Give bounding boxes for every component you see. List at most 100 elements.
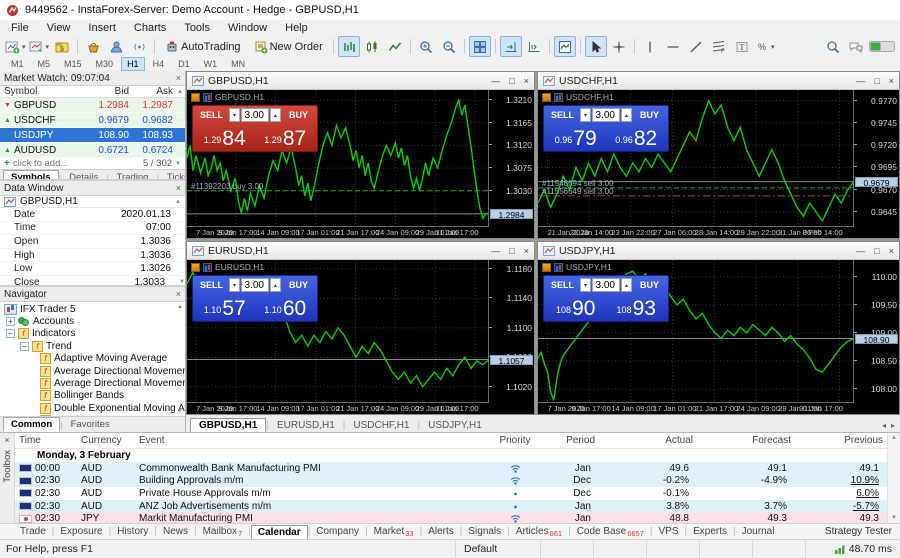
- scroll-left-icon[interactable]: ◂: [882, 421, 886, 430]
- expand-icon[interactable]: +: [6, 317, 15, 327]
- calendar-column-event[interactable]: Event: [135, 435, 489, 446]
- minimize-icon[interactable]: —: [491, 76, 500, 86]
- arrow-objects-button[interactable]: % ▾: [754, 36, 776, 57]
- chart-tab-eurusd-h1[interactable]: EURUSD,H1: [269, 419, 343, 432]
- candle-mini-icon[interactable]: [203, 92, 212, 102]
- tab-details[interactable]: Details: [61, 170, 106, 179]
- volume-down-icon[interactable]: ▾: [229, 278, 240, 292]
- fibonacci-button[interactable]: F: [708, 36, 730, 57]
- column-symbol[interactable]: Symbol: [0, 86, 81, 97]
- autotrading-button[interactable]: AutoTrading: [159, 36, 247, 57]
- tree-leaf[interactable]: f Adaptive Moving Average: [0, 353, 185, 365]
- scroll-right-icon[interactable]: ▸: [891, 421, 895, 430]
- timeframe-m5[interactable]: M5: [32, 57, 57, 71]
- tree-leaf[interactable]: f Double Exponential Moving Av: [0, 402, 185, 414]
- volume-down-icon[interactable]: ▾: [580, 108, 591, 122]
- auto-scroll-button[interactable]: [499, 36, 522, 57]
- tree-leaf[interactable]: f Average Directional Movement: [0, 377, 185, 390]
- timeframe-w1[interactable]: W1: [198, 57, 224, 71]
- signals-button[interactable]: [128, 36, 150, 57]
- volume-up-icon[interactable]: ▴: [621, 108, 632, 122]
- volume-up-icon[interactable]: ▴: [270, 278, 281, 292]
- calendar-column-priority[interactable]: Priority: [489, 435, 541, 446]
- market-watch-add-row[interactable]: + click to add... 5 / 302 ▼: [0, 158, 185, 169]
- collapse-icon[interactable]: −: [20, 341, 29, 351]
- maximize-icon[interactable]: □: [874, 76, 879, 86]
- zoom-in-button[interactable]: [415, 36, 437, 57]
- buy-button[interactable]: BUY: [633, 278, 666, 292]
- profile-selector[interactable]: Default: [455, 540, 540, 558]
- chart-window-titlebar[interactable]: USDCHF,H1 — □ ×: [538, 72, 899, 90]
- new-chart-button[interactable]: ▾: [4, 36, 27, 57]
- volume-field[interactable]: 3.00: [592, 278, 620, 292]
- volume-down-icon[interactable]: ▾: [229, 108, 240, 122]
- sell-button[interactable]: SELL: [195, 278, 228, 292]
- toolbox-tab-trade[interactable]: Trade: [14, 525, 52, 538]
- chart-body[interactable]: 110.00109.50109.00108.50108.00108.90 7 J…: [538, 260, 899, 414]
- calendar-row[interactable]: 02:30 JPY Markit Manufacturing PMI Jan 48.8 4…: [15, 512, 887, 523]
- market-watch-row[interactable]: ▲ USDCHF 0.9679 0.9682: [0, 113, 185, 128]
- toolbox-tab-journal[interactable]: Journal: [736, 525, 781, 538]
- tree-leaf[interactable]: fEnvelopes: [0, 415, 185, 416]
- tree-root[interactable]: IFX Trader 5: [0, 303, 185, 315]
- close-icon[interactable]: ×: [889, 246, 894, 256]
- toolbox-tab-market[interactable]: Market 33: [368, 525, 420, 539]
- tab-ticks[interactable]: Ticks: [159, 170, 185, 179]
- candle-mini-icon[interactable]: [554, 92, 563, 102]
- calendar-column-period[interactable]: Period: [541, 435, 599, 446]
- maximize-icon[interactable]: □: [874, 246, 879, 256]
- toolbox-tab-history[interactable]: History: [111, 525, 154, 538]
- toolbox-tab-articles[interactable]: Articles 661: [510, 525, 568, 539]
- minimize-icon[interactable]: —: [856, 246, 865, 256]
- menu-window[interactable]: Window: [219, 22, 276, 34]
- calendar-column-previous[interactable]: Previous: [795, 435, 887, 446]
- volume-down-icon[interactable]: ▾: [580, 278, 591, 292]
- chart-tab-gbpusd-h1[interactable]: GBPUSD,H1: [190, 418, 267, 432]
- menu-charts[interactable]: Charts: [125, 22, 175, 34]
- scroll-up-icon[interactable]: ▲: [177, 304, 183, 310]
- volume-up-icon[interactable]: ▴: [270, 108, 281, 122]
- volume-mini-icon[interactable]: [542, 262, 551, 272]
- timeframe-h4[interactable]: H4: [147, 57, 171, 71]
- close-icon[interactable]: ×: [4, 435, 9, 445]
- timeframe-d1[interactable]: D1: [172, 57, 196, 71]
- toolbox-tab-calendar[interactable]: Calendar: [250, 524, 308, 539]
- candlestick-chart-button[interactable]: [361, 36, 383, 57]
- close-icon[interactable]: ×: [176, 289, 181, 299]
- horizontal-line-button[interactable]: [662, 36, 684, 57]
- scroll-up-icon[interactable]: ▲: [891, 435, 897, 441]
- market-basket-button[interactable]: [82, 36, 104, 57]
- chart-body[interactable]: #11546694 sell 3.00 #11556649 sell 3.00 0…: [538, 90, 899, 238]
- menu-view[interactable]: View: [38, 22, 80, 34]
- sell-price[interactable]: 0.96 79: [546, 123, 606, 149]
- close-icon[interactable]: ×: [176, 183, 181, 193]
- menu-insert[interactable]: Insert: [79, 22, 125, 34]
- tab-trading[interactable]: Trading: [109, 170, 157, 179]
- indicators-button[interactable]: [553, 36, 576, 57]
- bar-chart-button[interactable]: [337, 36, 360, 57]
- tree-leaf[interactable]: f Average Directional Movement: [0, 365, 185, 377]
- tile-windows-button[interactable]: [468, 36, 491, 57]
- candle-mini-icon[interactable]: [203, 262, 212, 272]
- collapse-icon[interactable]: −: [6, 329, 15, 339]
- zoom-out-button[interactable]: [438, 36, 460, 57]
- toolbox-tab-signals[interactable]: Signals: [462, 525, 507, 538]
- minimize-icon[interactable]: —: [856, 76, 865, 86]
- scroll-up-icon[interactable]: ▲: [175, 199, 181, 205]
- timeframe-mn[interactable]: MN: [225, 57, 251, 71]
- calendar-column-forecast[interactable]: Forecast: [697, 435, 795, 446]
- close-icon[interactable]: ×: [524, 76, 529, 86]
- timeframe-h1[interactable]: H1: [121, 57, 145, 71]
- toolbox-tab-mailbox[interactable]: Mailbox 7: [197, 525, 249, 539]
- scroll-down-icon[interactable]: ▼: [177, 408, 183, 414]
- calendar-row[interactable]: 00:00 AUD Commonwealth Bank Manufacturing …: [15, 462, 887, 475]
- profiles-button[interactable]: ▾: [28, 36, 51, 57]
- menu-help[interactable]: Help: [276, 22, 317, 34]
- calendar-column-time[interactable]: Time: [15, 435, 77, 446]
- buy-price[interactable]: 1.10 60: [256, 293, 316, 319]
- calendar-row[interactable]: 02:30 AUD Private House Approvals m/m Dec -0…: [15, 487, 887, 500]
- sell-price[interactable]: 1.29 84: [195, 123, 255, 149]
- volume-mini-icon[interactable]: [191, 92, 200, 102]
- line-chart-button[interactable]: [384, 36, 406, 57]
- toolbox-tab-exposure[interactable]: Exposure: [54, 525, 108, 538]
